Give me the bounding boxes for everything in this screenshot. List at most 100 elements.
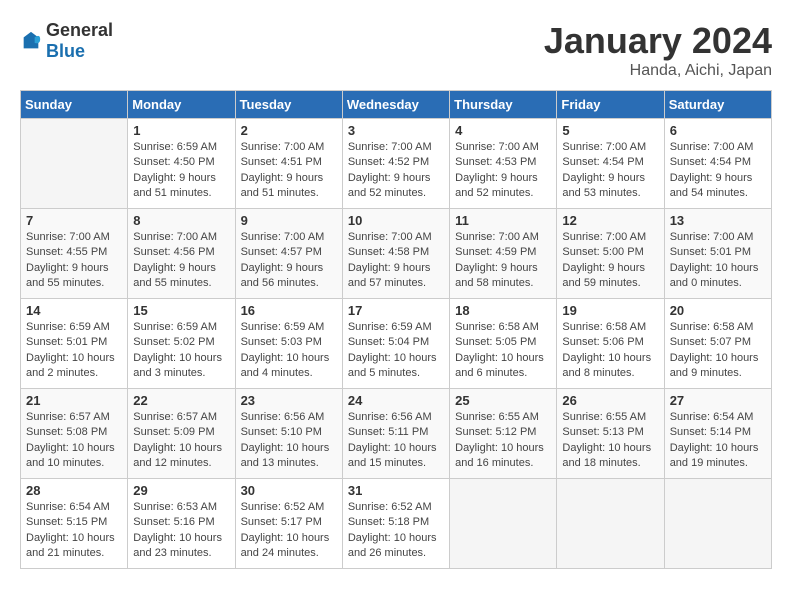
calendar-cell: 22 Sunrise: 6:57 AM Sunset: 5:09 PM Dayli… xyxy=(128,389,235,479)
day-info: Sunrise: 7:00 AM Sunset: 4:53 PM Dayligh… xyxy=(455,140,551,202)
day-number: 27 xyxy=(670,393,766,408)
calendar-cell: 8Sunrise: 7:00 AM Sunset: 4:56 PM Daylig… xyxy=(128,209,235,299)
day-number: 25 xyxy=(455,393,551,408)
week-row-2: 7Sunrise: 7:00 AM Sunset: 4:55 PM Daylig… xyxy=(21,209,772,299)
day-info: Sunrise: 6:52 AM Sunset: 5:18 PM Dayligh… xyxy=(348,500,444,562)
logo-blue: Blue xyxy=(46,41,85,61)
calendar-header-row: SundayMondayTuesdayWednesdayThursdayFrid… xyxy=(21,91,772,119)
day-number: 26 xyxy=(562,393,658,408)
day-info: Sunrise: 6:59 AM Sunset: 5:04 PM Dayligh… xyxy=(348,320,444,382)
day-number: 16 xyxy=(241,303,337,318)
page-header: General Blue January 2024 Handa, Aichi, … xyxy=(20,20,772,80)
day-info: Sunrise: 7:00 AM Sunset: 4:54 PM Dayligh… xyxy=(670,140,766,202)
calendar-cell: 23Sunrise: 6:56 AM Sunset: 5:10 PM Dayli… xyxy=(235,389,342,479)
day-number: 9 xyxy=(241,213,337,228)
day-info: Sunrise: 6:59 AM Sunset: 4:50 PM Dayligh… xyxy=(133,140,229,202)
logo-icon xyxy=(20,30,42,52)
day-info: Sunrise: 6:55 AM Sunset: 5:12 PM Dayligh… xyxy=(455,410,551,472)
calendar-cell: 27 Sunrise: 6:54 AM Sunset: 5:14 PM Dayli… xyxy=(664,389,771,479)
week-row-4: 21 Sunrise: 6:57 AM Sunset: 5:08 PM Dayli… xyxy=(21,389,772,479)
day-number: 17 xyxy=(348,303,444,318)
calendar-table: SundayMondayTuesdayWednesdayThursdayFrid… xyxy=(20,90,772,569)
calendar-cell: 12 Sunrise: 7:00 AM Sunset: 5:00 PM Dayli… xyxy=(557,209,664,299)
day-info: Sunrise: 6:59 AM Sunset: 5:02 PM Dayligh… xyxy=(133,320,229,382)
day-number: 24 xyxy=(348,393,444,408)
calendar-cell: 18 Sunrise: 6:58 AM Sunset: 5:05 PM Dayli… xyxy=(450,299,557,389)
calendar-cell: 2 Sunrise: 7:00 AM Sunset: 4:51 PM Daylig… xyxy=(235,119,342,209)
logo-general: General xyxy=(46,20,113,40)
day-header-wednesday: Wednesday xyxy=(342,91,449,119)
calendar-cell: 10 Sunrise: 7:00 AM Sunset: 4:58 PM Dayli… xyxy=(342,209,449,299)
calendar-cell: 6Sunrise: 7:00 AM Sunset: 4:54 PM Daylig… xyxy=(664,119,771,209)
day-info: Sunrise: 6:52 AM Sunset: 5:17 PM Dayligh… xyxy=(241,500,337,562)
day-info: Sunrise: 6:53 AM Sunset: 5:16 PM Dayligh… xyxy=(133,500,229,562)
calendar-cell: 31 Sunrise: 6:52 AM Sunset: 5:18 PM Dayli… xyxy=(342,479,449,569)
calendar-cell xyxy=(450,479,557,569)
calendar-cell: 21 Sunrise: 6:57 AM Sunset: 5:08 PM Dayli… xyxy=(21,389,128,479)
day-header-friday: Friday xyxy=(557,91,664,119)
day-number: 20 xyxy=(670,303,766,318)
calendar-cell: 17 Sunrise: 6:59 AM Sunset: 5:04 PM Dayli… xyxy=(342,299,449,389)
day-info: Sunrise: 7:00 AM Sunset: 4:54 PM Dayligh… xyxy=(562,140,658,202)
day-number: 22 xyxy=(133,393,229,408)
calendar-cell: 5 Sunrise: 7:00 AM Sunset: 4:54 PM Daylig… xyxy=(557,119,664,209)
day-header-monday: Monday xyxy=(128,91,235,119)
day-info: Sunrise: 7:00 AM Sunset: 4:57 PM Dayligh… xyxy=(241,230,337,292)
title-block: January 2024 Handa, Aichi, Japan xyxy=(544,20,772,80)
day-number: 10 xyxy=(348,213,444,228)
week-row-5: 28Sunrise: 6:54 AM Sunset: 5:15 PM Dayli… xyxy=(21,479,772,569)
day-info: Sunrise: 7:00 AM Sunset: 5:01 PM Dayligh… xyxy=(670,230,766,292)
day-info: Sunrise: 7:00 AM Sunset: 4:52 PM Dayligh… xyxy=(348,140,444,202)
day-number: 21 xyxy=(26,393,122,408)
calendar-cell: 3 Sunrise: 7:00 AM Sunset: 4:52 PM Daylig… xyxy=(342,119,449,209)
day-info: Sunrise: 6:56 AM Sunset: 5:10 PM Dayligh… xyxy=(241,410,337,472)
day-info: Sunrise: 6:57 AM Sunset: 5:09 PM Dayligh… xyxy=(133,410,229,472)
day-info: Sunrise: 7:00 AM Sunset: 4:56 PM Dayligh… xyxy=(133,230,229,292)
calendar-cell: 20Sunrise: 6:58 AM Sunset: 5:07 PM Dayli… xyxy=(664,299,771,389)
calendar-cell: 14Sunrise: 6:59 AM Sunset: 5:01 PM Dayli… xyxy=(21,299,128,389)
day-number: 31 xyxy=(348,483,444,498)
day-number: 28 xyxy=(26,483,122,498)
day-header-thursday: Thursday xyxy=(450,91,557,119)
day-number: 11 xyxy=(455,213,551,228)
calendar-cell: 15 Sunrise: 6:59 AM Sunset: 5:02 PM Dayli… xyxy=(128,299,235,389)
logo-text: General Blue xyxy=(46,20,113,62)
calendar-cell xyxy=(664,479,771,569)
day-info: Sunrise: 6:56 AM Sunset: 5:11 PM Dayligh… xyxy=(348,410,444,472)
day-info: Sunrise: 6:59 AM Sunset: 5:01 PM Dayligh… xyxy=(26,320,122,382)
day-info: Sunrise: 6:54 AM Sunset: 5:14 PM Dayligh… xyxy=(670,410,766,472)
calendar-cell: 30 Sunrise: 6:52 AM Sunset: 5:17 PM Dayli… xyxy=(235,479,342,569)
day-number: 2 xyxy=(241,123,337,138)
calendar-cell: 11 Sunrise: 7:00 AM Sunset: 4:59 PM Dayli… xyxy=(450,209,557,299)
day-number: 12 xyxy=(562,213,658,228)
day-number: 1 xyxy=(133,123,229,138)
calendar-cell: 4 Sunrise: 7:00 AM Sunset: 4:53 PM Daylig… xyxy=(450,119,557,209)
day-info: Sunrise: 6:58 AM Sunset: 5:05 PM Dayligh… xyxy=(455,320,551,382)
day-number: 4 xyxy=(455,123,551,138)
day-info: Sunrise: 7:00 AM Sunset: 5:00 PM Dayligh… xyxy=(562,230,658,292)
day-number: 18 xyxy=(455,303,551,318)
calendar-cell: 13 Sunrise: 7:00 AM Sunset: 5:01 PM Dayli… xyxy=(664,209,771,299)
calendar-cell: 7Sunrise: 7:00 AM Sunset: 4:55 PM Daylig… xyxy=(21,209,128,299)
day-number: 3 xyxy=(348,123,444,138)
calendar-cell: 24 Sunrise: 6:56 AM Sunset: 5:11 PM Dayli… xyxy=(342,389,449,479)
calendar-cell: 9 Sunrise: 7:00 AM Sunset: 4:57 PM Daylig… xyxy=(235,209,342,299)
calendar-cell: 26 Sunrise: 6:55 AM Sunset: 5:13 PM Dayli… xyxy=(557,389,664,479)
day-info: Sunrise: 6:55 AM Sunset: 5:13 PM Dayligh… xyxy=(562,410,658,472)
day-info: Sunrise: 7:00 AM Sunset: 4:51 PM Dayligh… xyxy=(241,140,337,202)
day-number: 15 xyxy=(133,303,229,318)
day-number: 19 xyxy=(562,303,658,318)
day-header-saturday: Saturday xyxy=(664,91,771,119)
calendar-cell xyxy=(21,119,128,209)
day-number: 30 xyxy=(241,483,337,498)
day-info: Sunrise: 7:00 AM Sunset: 4:58 PM Dayligh… xyxy=(348,230,444,292)
day-header-sunday: Sunday xyxy=(21,91,128,119)
day-info: Sunrise: 7:00 AM Sunset: 4:59 PM Dayligh… xyxy=(455,230,551,292)
day-info: Sunrise: 6:57 AM Sunset: 5:08 PM Dayligh… xyxy=(26,410,122,472)
day-info: Sunrise: 6:59 AM Sunset: 5:03 PM Dayligh… xyxy=(241,320,337,382)
calendar-cell: 29Sunrise: 6:53 AM Sunset: 5:16 PM Dayli… xyxy=(128,479,235,569)
day-number: 13 xyxy=(670,213,766,228)
day-number: 5 xyxy=(562,123,658,138)
calendar-cell: 1 Sunrise: 6:59 AM Sunset: 4:50 PM Daylig… xyxy=(128,119,235,209)
day-info: Sunrise: 6:58 AM Sunset: 5:06 PM Dayligh… xyxy=(562,320,658,382)
